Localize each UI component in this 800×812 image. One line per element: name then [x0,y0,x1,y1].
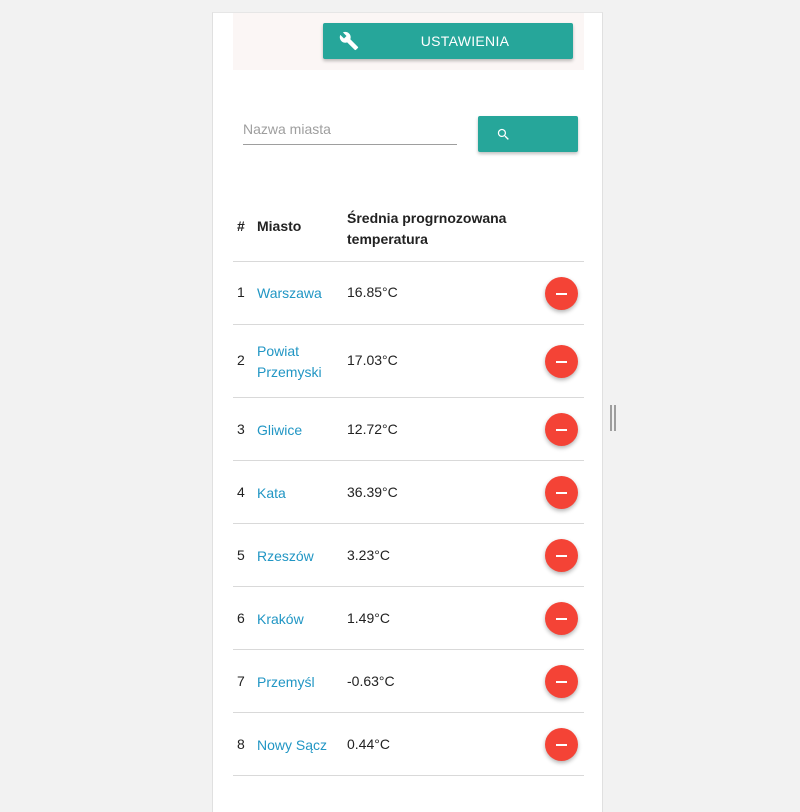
table-row: 4 Kata 36.39°C [233,461,584,524]
row-index: 3 [237,421,245,437]
resize-grip-line [614,405,616,431]
row-index: 8 [237,736,245,752]
row-temperature: 17.03°C [347,352,398,368]
header-city: Miasto [257,218,302,234]
row-index: 1 [237,284,245,300]
row-index: 2 [237,352,245,368]
row-temperature: 16.85°C [347,284,398,300]
city-link[interactable]: Kata [257,483,337,504]
table-row: 8 Nowy Sącz 0.44°C [233,713,584,776]
remove-city-button[interactable] [545,413,578,446]
table-row: 2 Powiat Przemyski 17.03°C [233,325,584,398]
top-toolbar: USTAWIENIA [233,13,584,70]
city-link[interactable]: Powiat Przemyski [257,341,337,383]
remove-icon [556,681,567,683]
city-link[interactable]: Kraków [257,609,337,630]
remove-city-button[interactable] [545,602,578,635]
settings-button-label: USTAWIENIA [420,33,510,49]
city-search-input[interactable] [243,113,457,145]
settings-button[interactable]: USTAWIENIA [323,23,573,59]
remove-city-button[interactable] [545,539,578,572]
remove-icon [556,429,567,431]
wrench-icon [339,31,359,51]
table-row: 5 Rzeszów 3.23°C [233,524,584,587]
row-temperature: 36.39°C [347,484,398,500]
header-temperature: Średnia progrnozowana temperatura [347,210,507,247]
row-index: 6 [237,610,245,626]
city-link[interactable]: Nowy Sącz [257,735,357,756]
row-temperature: 3.23°C [347,547,390,563]
remove-icon [556,361,567,363]
remove-city-button[interactable] [545,476,578,509]
city-link[interactable]: Przemyśl [257,672,337,693]
remove-city-button[interactable] [545,277,578,310]
table-row: 6 Kraków 1.49°C [233,587,584,650]
table-row: 7 Przemyśl -0.63°C [233,650,584,713]
search-field [243,113,457,147]
remove-icon [556,555,567,557]
row-temperature: 12.72°C [347,421,398,437]
resize-handle[interactable] [610,405,616,431]
row-index: 7 [237,673,245,689]
table-row: 3 Gliwice 12.72°C [233,398,584,461]
remove-icon [556,492,567,494]
app-panel: USTAWIENIA # Miasto Średnia progrnozowan… [212,12,603,812]
city-link[interactable]: Gliwice [257,420,337,441]
remove-icon [556,618,567,620]
row-temperature: 1.49°C [347,610,390,626]
search-button[interactable] [478,116,578,152]
remove-city-button[interactable] [545,345,578,378]
row-temperature: -0.63°C [347,673,395,689]
remove-icon [556,744,567,746]
table-row: 1 Warszawa 16.85°C [233,262,584,325]
city-link[interactable]: Warszawa [257,283,337,304]
header-index: # [237,218,245,234]
row-temperature: 0.44°C [347,736,390,752]
search-icon [497,128,509,140]
city-link[interactable]: Rzeszów [257,546,337,567]
remove-icon [556,293,567,295]
row-index: 4 [237,484,245,500]
table-header: # Miasto Średnia progrnozowana temperatu… [233,198,584,262]
row-index: 5 [237,547,245,563]
resize-grip-line [610,405,612,431]
remove-city-button[interactable] [545,665,578,698]
remove-city-button[interactable] [545,728,578,761]
forecast-table: # Miasto Średnia progrnozowana temperatu… [233,198,584,776]
